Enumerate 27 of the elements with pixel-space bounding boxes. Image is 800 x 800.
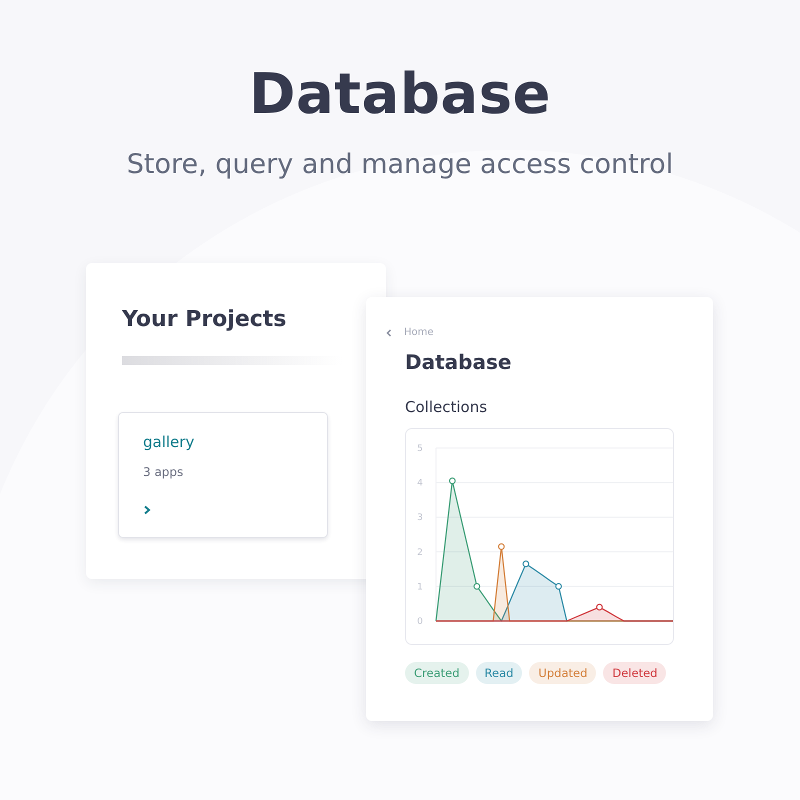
card-title: Your Projects <box>122 307 288 332</box>
app-count: 3 apps <box>143 465 184 479</box>
chevron-right-icon <box>143 505 151 515</box>
y-tick-label: 1 <box>417 582 423 592</box>
y-tick-label: 3 <box>417 513 423 524</box>
chevron-left-icon[interactable] <box>386 328 392 336</box>
legend-item[interactable]: Read <box>476 662 522 684</box>
page-subtitle: Store, query and manage access control <box>126 149 674 180</box>
legend-item[interactable]: Deleted <box>603 662 666 684</box>
legend-item[interactable]: Created <box>405 662 469 684</box>
y-tick-label: 4 <box>417 478 423 489</box>
panel-title: Database <box>405 350 512 374</box>
data-point <box>555 583 562 590</box>
legend-item[interactable]: Updated <box>529 662 596 684</box>
project-name: gallery <box>143 433 196 451</box>
data-point <box>596 604 603 610</box>
breadcrumb-link[interactable]: Home <box>404 327 434 338</box>
section-title: Collections <box>405 398 488 416</box>
data-point <box>449 478 456 484</box>
page-title: Database <box>248 62 552 127</box>
data-point <box>474 583 480 590</box>
y-tick-label: 0 <box>417 617 423 627</box>
project-card[interactable]: gallery 3 apps <box>118 412 328 538</box>
y-tick-label: 2 <box>417 548 423 558</box>
data-point <box>522 560 530 568</box>
y-tick-label: 5 <box>417 444 423 454</box>
data-point <box>498 543 505 550</box>
